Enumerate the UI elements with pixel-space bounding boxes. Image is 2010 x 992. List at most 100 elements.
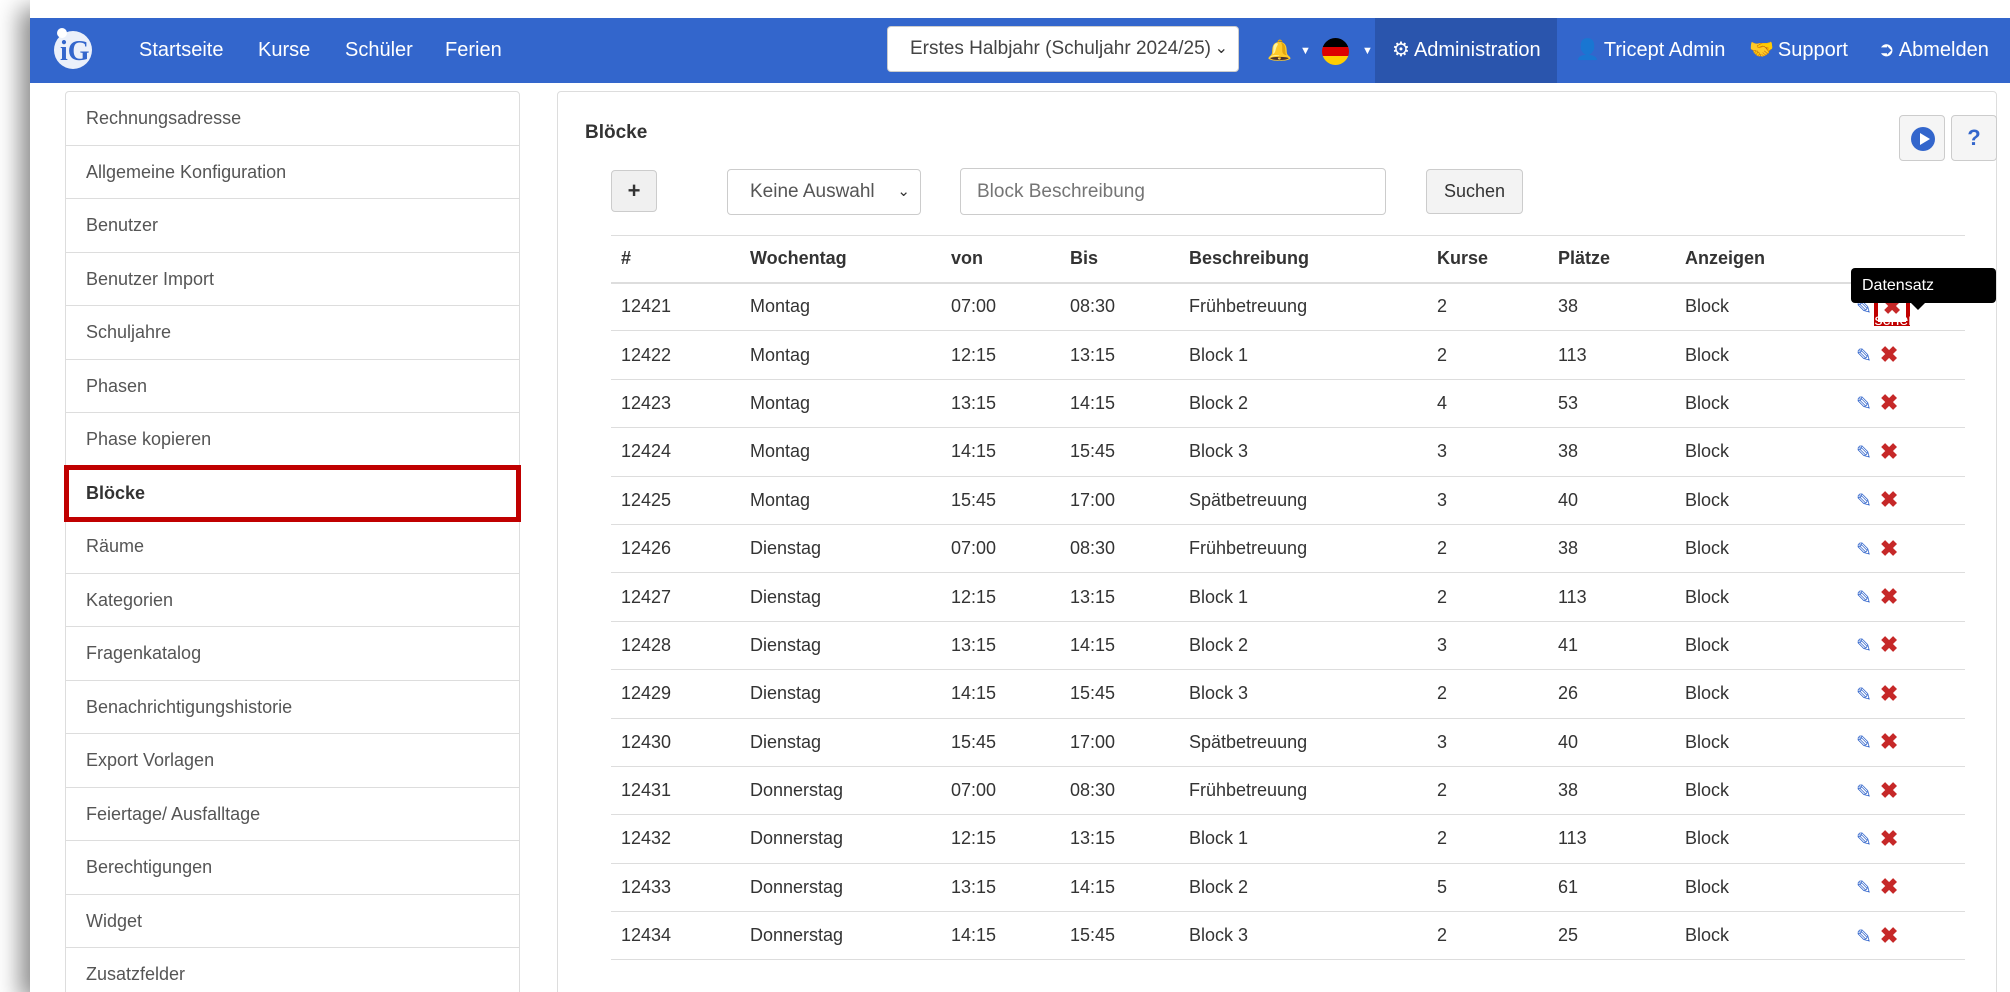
sidebar-item-bloecke[interactable]: Blöcke: [64, 464, 521, 522]
bell-icon[interactable]: 🔔: [1267, 38, 1292, 63]
edit-pencil-icon[interactable]: ✎: [1856, 684, 1872, 707]
cell-bis: 14:15: [1060, 621, 1179, 671]
delete-x-icon[interactable]: ✖: [1880, 584, 1898, 610]
delete-x-icon[interactable]: ✖: [1880, 439, 1898, 465]
german-flag-icon[interactable]: [1322, 38, 1349, 65]
edit-pencil-icon[interactable]: ✎: [1856, 539, 1872, 562]
nav-logout[interactable]: ➲ Abmelden: [1878, 18, 1989, 83]
delete-x-icon[interactable]: ✖: [1880, 487, 1898, 513]
cell-von: 14:15: [941, 427, 1060, 477]
cell-actions: ✎✖: [1825, 766, 1965, 816]
sidebar-item-schuljahre[interactable]: Schuljahre: [66, 306, 519, 360]
cell-kurse: 2: [1427, 814, 1548, 864]
edit-pencil-icon[interactable]: ✎: [1856, 635, 1872, 658]
column-header-id[interactable]: #: [611, 235, 740, 284]
search-button[interactable]: Suchen: [1426, 169, 1523, 214]
cell-actions: ✎✖: [1825, 427, 1965, 477]
nav-ferien[interactable]: Ferien: [445, 18, 502, 83]
cell-kurse: 2: [1427, 330, 1548, 380]
sidebar-item-rechnungsadresse[interactable]: Rechnungsadresse: [66, 92, 519, 146]
cell-bis: 13:15: [1060, 572, 1179, 622]
cell-plaetze: 25: [1548, 911, 1675, 961]
block-description-search-input[interactable]: [960, 168, 1386, 215]
nav-support[interactable]: 🤝 Support: [1749, 18, 1848, 83]
logo-icon[interactable]: iG: [46, 24, 106, 74]
sidebar-item-phase-kopieren[interactable]: Phase kopieren: [66, 413, 519, 467]
column-header-anzeigen[interactable]: Anzeigen: [1675, 235, 1825, 284]
video-tutorial-button[interactable]: [1899, 115, 1945, 161]
cell-id: 12426: [611, 524, 740, 574]
column-header-bis[interactable]: Bis: [1060, 235, 1179, 284]
delete-x-icon[interactable]: ✖: [1880, 729, 1898, 755]
column-header-beschreibung[interactable]: Beschreibung: [1179, 235, 1427, 284]
cell-anzeigen: Block: [1675, 330, 1825, 380]
term-select[interactable]: Erstes Halbjahr (Schuljahr 2024/25) ⌄: [887, 26, 1239, 72]
sidebar-item-raeume[interactable]: Räume: [66, 520, 519, 574]
add-block-button[interactable]: +: [611, 170, 657, 212]
blocks-table: # Wochentag von Bis Beschreibung Kurse P…: [611, 235, 1965, 961]
cell-von: 07:00: [941, 524, 1060, 574]
cell-von: 13:15: [941, 379, 1060, 429]
sidebar-item-phasen[interactable]: Phasen: [66, 360, 519, 413]
sidebar-item-kategorien[interactable]: Kategorien: [66, 574, 519, 627]
cell-beschreibung: Block 2: [1179, 621, 1427, 671]
column-header-plaetze[interactable]: Plätze: [1548, 235, 1675, 284]
delete-x-icon[interactable]: ✖: [1880, 826, 1898, 852]
cell-von: 13:15: [941, 863, 1060, 913]
cell-actions: ✎✖: [1825, 379, 1965, 429]
edit-pencil-icon[interactable]: ✎: [1856, 781, 1872, 804]
sidebar-item-widget[interactable]: Widget: [66, 895, 519, 948]
column-header-wochentag[interactable]: Wochentag: [740, 235, 941, 284]
delete-x-icon[interactable]: ✖: [1880, 342, 1898, 368]
cell-von: 14:15: [941, 669, 1060, 719]
cell-id: 12425: [611, 476, 740, 525]
delete-x-icon[interactable]: ✖: [1880, 778, 1898, 804]
edit-pencil-icon[interactable]: ✎: [1856, 732, 1872, 755]
sidebar-item-allgemeine-konfiguration[interactable]: Allgemeine Konfiguration: [66, 146, 519, 199]
cell-bis: 14:15: [1060, 863, 1179, 913]
cell-kurse: 5: [1427, 863, 1548, 913]
delete-x-icon[interactable]: ✖: [1880, 390, 1898, 416]
nav-kurse[interactable]: Kurse: [258, 18, 310, 83]
sidebar-item-benachrichtigungshistorie[interactable]: Benachrichtigungshistorie: [66, 681, 519, 734]
cell-actions: ✎✖: [1825, 863, 1965, 913]
delete-x-icon[interactable]: ✖: [1880, 874, 1898, 900]
edit-pencil-icon[interactable]: ✎: [1856, 829, 1872, 852]
weekday-filter-select[interactable]: Keine Auswahl ⌄: [727, 169, 921, 215]
delete-x-icon[interactable]: ✖: [1880, 681, 1898, 707]
nav-user[interactable]: 👤 Tricept Admin: [1575, 18, 1725, 83]
handshake-icon: 🤝: [1749, 39, 1774, 61]
edit-pencil-icon[interactable]: ✎: [1856, 393, 1872, 416]
sidebar-item-benutzer-import[interactable]: Benutzer Import: [66, 253, 519, 306]
nav-startseite[interactable]: Startseite: [139, 18, 223, 83]
table-row: 12422 Montag 12:15 13:15 Block 1 2 113 B…: [611, 330, 1965, 380]
delete-x-icon[interactable]: ✖: [1880, 923, 1898, 949]
delete-x-icon[interactable]: ✖: [1880, 632, 1898, 658]
edit-pencil-icon[interactable]: ✎: [1856, 345, 1872, 368]
delete-x-icon[interactable]: ✖: [1880, 536, 1898, 562]
window-top-strip: [30, 0, 2010, 18]
edit-pencil-icon[interactable]: ✎: [1856, 926, 1872, 949]
sidebar-item-benutzer[interactable]: Benutzer: [66, 199, 519, 253]
cell-kurse: 2: [1427, 669, 1548, 719]
sidebar-item-zusatzfelder[interactable]: Zusatzfelder: [66, 948, 519, 992]
sidebar-item-fragenkatalog[interactable]: Fragenkatalog: [66, 627, 519, 681]
cell-wochentag: Montag: [740, 330, 941, 380]
sidebar-item-feiertage[interactable]: Feiertage/ Ausfalltage: [66, 788, 519, 841]
edit-pencil-icon[interactable]: ✎: [1856, 877, 1872, 900]
table-body: 12421 Montag 07:00 08:30 Frühbetreuung 2…: [611, 282, 1965, 961]
help-button[interactable]: ?: [1951, 115, 1997, 161]
cell-wochentag: Donnerstag: [740, 814, 941, 864]
edit-pencil-icon[interactable]: ✎: [1856, 587, 1872, 610]
cell-wochentag: Montag: [740, 282, 941, 332]
nav-administration[interactable]: ⚙ Administration: [1392, 18, 1541, 83]
edit-pencil-icon[interactable]: ✎: [1856, 490, 1872, 513]
sidebar-item-berechtigungen[interactable]: Berechtigungen: [66, 841, 519, 895]
cell-id: 12431: [611, 766, 740, 816]
column-header-von[interactable]: von: [941, 235, 1060, 284]
edit-pencil-icon[interactable]: ✎: [1856, 442, 1872, 465]
sidebar-item-export-vorlagen[interactable]: Export Vorlagen: [66, 734, 519, 788]
cell-wochentag: Donnerstag: [740, 863, 941, 913]
column-header-kurse[interactable]: Kurse: [1427, 235, 1548, 284]
nav-schueler[interactable]: Schüler: [345, 18, 413, 83]
